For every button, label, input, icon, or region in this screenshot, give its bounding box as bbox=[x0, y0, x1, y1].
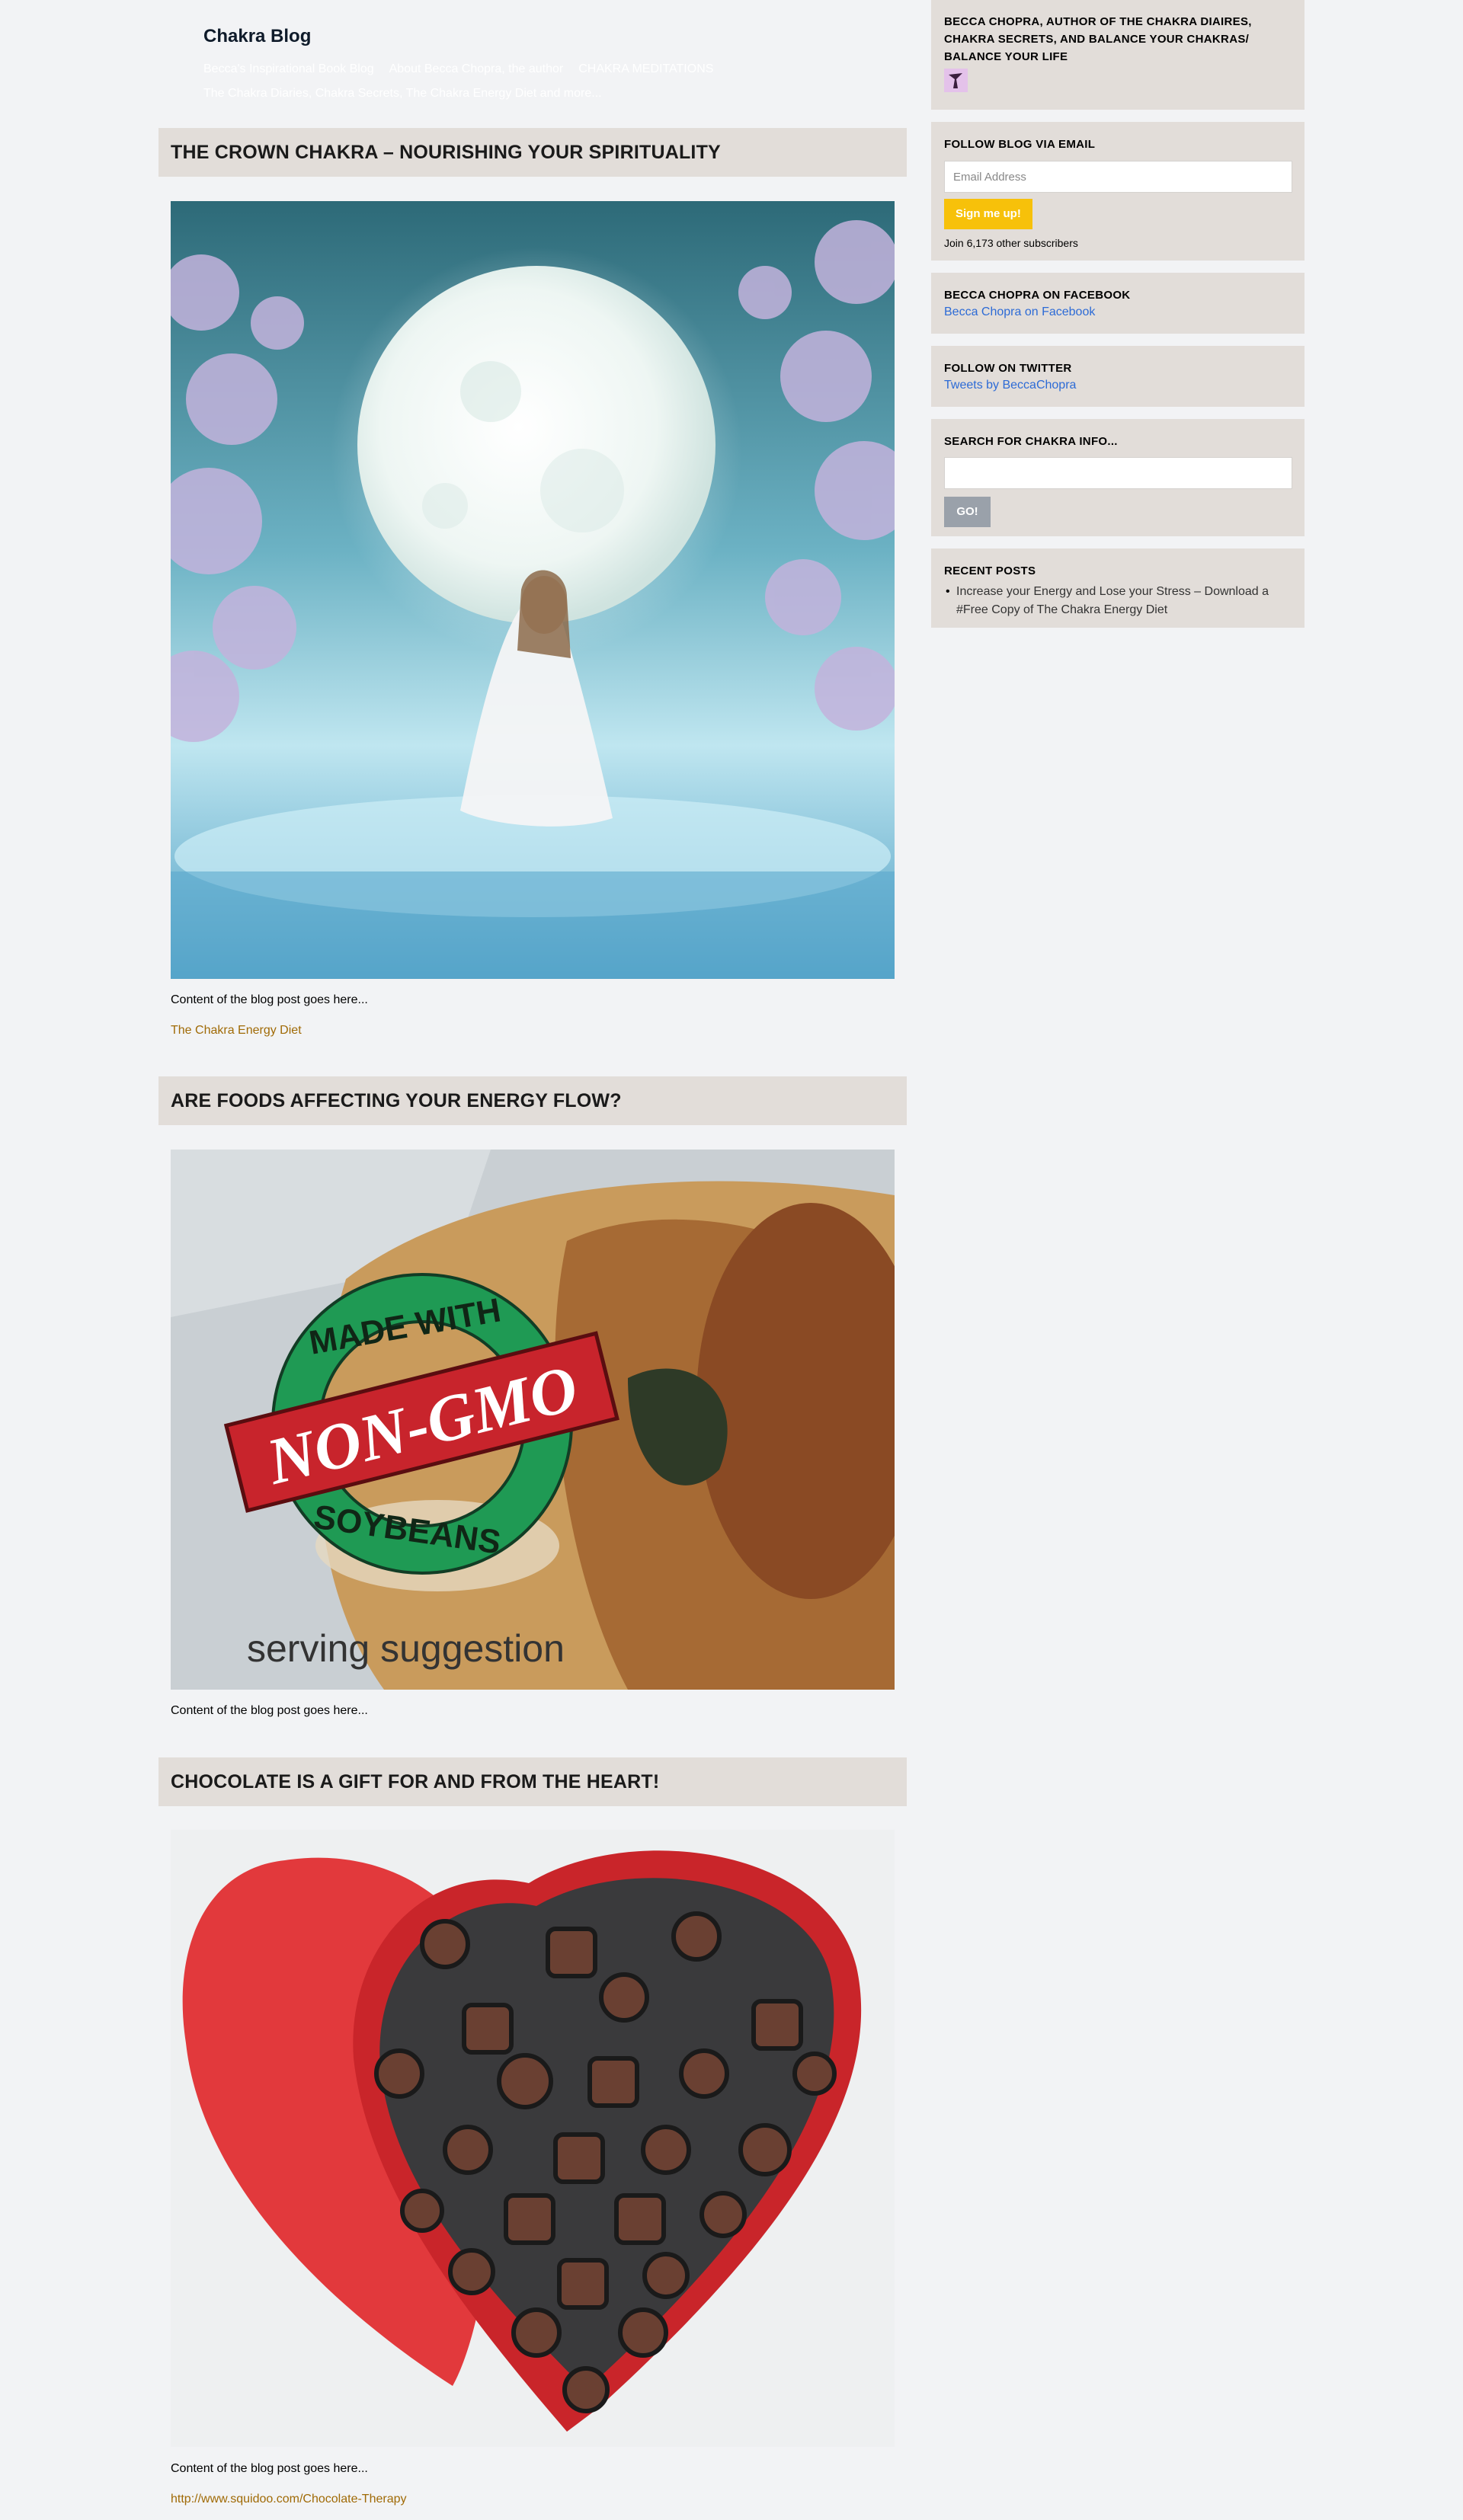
recent-posts-widget: RECENT POSTS Increase your Energy and Lo… bbox=[931, 548, 1305, 628]
post-title[interactable]: CHOCOLATE IS A GIFT FOR AND FROM THE HEA… bbox=[171, 1771, 659, 1793]
chocolate-heart-image bbox=[171, 1830, 895, 2447]
author-widget: BECCA CHOPRA, AUTHOR OF THE CHAKRA DIAIR… bbox=[931, 0, 1305, 110]
facebook-link[interactable]: Becca Chopra on Facebook bbox=[944, 305, 1292, 319]
list-item[interactable]: Increase your Energy and Lose your Stres… bbox=[944, 583, 1292, 619]
email-follow-widget: FOLLOW BLOG VIA EMAIL Email Address Sign… bbox=[931, 122, 1305, 261]
widget-title: FOLLOW ON TWITTER bbox=[944, 362, 1072, 375]
post-title[interactable]: THE CROWN CHAKRA – NOURISHING YOUR SPIRI… bbox=[171, 142, 721, 164]
post-title[interactable]: ARE FOODS AFFECTING YOUR ENERGY FLOW? bbox=[171, 1090, 622, 1112]
post-content: Content of the blog post goes here... bbox=[171, 1704, 368, 1717]
nav-item-meditations[interactable]: CHAKRA MEDITATIONS bbox=[578, 62, 713, 76]
post-content: Content of the blog post goes here... bbox=[171, 2462, 368, 2475]
site-title[interactable]: Chakra Blog bbox=[203, 26, 311, 47]
subscriber-count: Join 6,173 other subscribers bbox=[944, 237, 1078, 249]
nav-item-book-blog[interactable]: Becca's Inspirational Book Blog bbox=[203, 62, 374, 76]
go-button[interactable]: GO! bbox=[944, 497, 991, 527]
email-field[interactable]: Email Address bbox=[944, 161, 1292, 193]
nav-item-about[interactable]: About Becca Chopra, the author bbox=[389, 62, 564, 76]
widget-title: RECENT POSTS bbox=[944, 564, 1036, 577]
crown-chakra-image bbox=[171, 201, 895, 979]
post-link[interactable]: http://www.squidoo.com/Chocolate-Therapy bbox=[171, 2493, 406, 2506]
email-placeholder: Email Address bbox=[953, 170, 1026, 184]
site-tagline: The Chakra Diaries, Chakra Secrets, The … bbox=[203, 87, 602, 100]
widget-title: BECCA CHOPRA, AUTHOR OF THE CHAKRA DIAIR… bbox=[944, 15, 1252, 63]
serving-suggestion-text: serving suggestion bbox=[247, 1627, 565, 1670]
post-header: ARE FOODS AFFECTING YOUR ENERGY FLOW? bbox=[158, 1076, 907, 1125]
twitter-widget: FOLLOW ON TWITTER Tweets by BeccaChopra bbox=[931, 346, 1305, 407]
post-content: Content of the blog post goes here... bbox=[171, 993, 368, 1006]
post-header: CHOCOLATE IS A GIFT FOR AND FROM THE HEA… bbox=[158, 1757, 907, 1806]
author-thumbnail[interactable] bbox=[944, 69, 968, 92]
non-gmo-image: NON-GMO MADE WITH SOYBEANS serving sugge… bbox=[171, 1150, 895, 1690]
widget-title: BECCA CHOPRA ON FACEBOOK bbox=[944, 289, 1131, 302]
widget-title: SEARCH FOR CHAKRA INFO... bbox=[944, 435, 1118, 448]
search-widget: SEARCH FOR CHAKRA INFO... GO! bbox=[931, 419, 1305, 536]
facebook-widget: BECCA CHOPRA ON FACEBOOK Becca Chopra on… bbox=[931, 273, 1305, 334]
sign-me-up-button[interactable]: Sign me up! bbox=[944, 199, 1032, 229]
post-header: THE CROWN CHAKRA – NOURISHING YOUR SPIRI… bbox=[158, 128, 907, 177]
post-link[interactable]: The Chakra Energy Diet bbox=[171, 1024, 302, 1038]
main-nav: Becca's Inspirational Book Blog About Be… bbox=[203, 62, 713, 76]
search-input[interactable] bbox=[944, 457, 1292, 489]
twitter-link[interactable]: Tweets by BeccaChopra bbox=[944, 379, 1292, 392]
widget-title: FOLLOW BLOG VIA EMAIL bbox=[944, 138, 1096, 151]
recent-posts-list: Increase your Energy and Lose your Stres… bbox=[944, 583, 1292, 619]
